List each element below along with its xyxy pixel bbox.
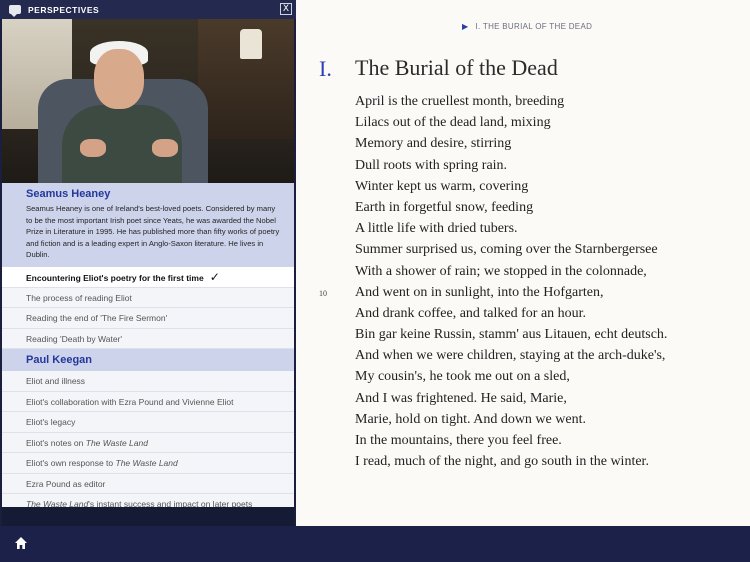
list-item[interactable]: Eliot's collaboration with Ezra Pound an…: [2, 392, 294, 412]
list-item[interactable]: Encountering Eliot's poetry for the firs…: [2, 267, 294, 288]
list-item[interactable]: Eliot's notes on The Waste Land: [2, 433, 294, 453]
video-speaker-hand-right: [152, 139, 178, 157]
list-item-label: Encountering Eliot's poetry for the firs…: [26, 273, 204, 283]
list-item[interactable]: The process of reading Eliot: [2, 288, 294, 308]
section-number: I.: [319, 56, 332, 81]
triangle-right-icon: ▶: [462, 22, 469, 31]
poem-line: April is the cruellest month, breeding: [355, 94, 565, 109]
video-speaker-hand-left: [80, 139, 106, 157]
list-item-text: 's instant success and impact on later p…: [88, 499, 253, 507]
bio-text: Seamus Heaney is one of Ireland's best-l…: [26, 204, 280, 260]
list-item-text: The Waste Land: [115, 458, 178, 468]
reading-pane: ▶ I. THE BURIAL OF THE DEAD I. The Buria…: [296, 0, 750, 526]
list-item-text: The Waste Land: [85, 437, 148, 448]
poem-line: I read, much of the night, and go south …: [355, 454, 649, 470]
list-item[interactable]: Reading the end of 'The Fire Sermon': [2, 308, 294, 329]
close-icon: X: [282, 4, 290, 14]
section-header-keegan[interactable]: Paul Keegan: [2, 349, 294, 371]
video-lamp: [240, 29, 262, 59]
section-title: The Burial of the Dead: [355, 55, 558, 80]
poem-text: April is the cruellest month, breeding Li…: [355, 91, 667, 472]
poem-line: Dull roots with spring rain.: [355, 157, 508, 173]
list-item[interactable]: Eliot's own response to The Waste Land: [2, 453, 294, 474]
poem-line: And drank coffee, and talked for an hour…: [355, 305, 587, 321]
running-header-label: I. THE BURIAL OF THE DEAD: [475, 22, 593, 31]
running-header[interactable]: ▶ I. THE BURIAL OF THE DEAD: [462, 22, 592, 31]
panel-header: PERSPECTIVES X: [0, 0, 296, 19]
bio-name[interactable]: Seamus Heaney: [26, 188, 294, 200]
poem-line: Earth in forgetful snow, feeding: [355, 199, 534, 215]
list-item[interactable]: Eliot's legacy: [2, 412, 294, 433]
poem-line: Lilacs out of the dead land, mixing: [355, 115, 551, 131]
list-item-text: Eliot's legacy: [26, 417, 76, 427]
list-item-text: Eliot's notes on: [26, 437, 86, 448]
line-number: 10: [319, 289, 327, 298]
video-speaker-head: [94, 49, 144, 109]
poem-line: And I was frightened. He said, Marie,: [355, 390, 567, 406]
list-item[interactable]: Reading 'Death by Water': [2, 329, 294, 349]
poem-line: Bin gar keine Russin, stamm' aus Litauen…: [355, 327, 668, 343]
poem-line: Winter kept us warm, covering: [355, 178, 529, 194]
panel-title: PERSPECTIVES: [28, 4, 100, 15]
bio-card: Seamus Heaney Seamus Heaney is one of Ir…: [2, 183, 294, 267]
list-item-text: Eliot's collaboration with Ezra Pound an…: [26, 396, 234, 407]
poem-line: Marie, hold on tight. And down we went.: [355, 411, 586, 427]
list-item-text: Eliot and illness: [26, 376, 86, 386]
poem-line: With a shower of rain; we stopped in the…: [355, 263, 647, 279]
list-item[interactable]: The Waste Land's instant success and imp…: [2, 494, 294, 507]
poem-line: My cousin's, he took me out on a sled,: [355, 369, 570, 385]
checkmark-icon: ✓: [209, 270, 220, 284]
video-player[interactable]: [2, 19, 294, 183]
list-item-text: The Waste Land: [26, 499, 89, 507]
perspectives-list[interactable]: Encountering Eliot's poetry for the firs…: [2, 267, 294, 507]
perspectives-panel: PERSPECTIVES X Seamus Heaney Seamus Hean…: [0, 0, 296, 526]
panel-footer: [2, 507, 294, 526]
chat-bubble-icon: [9, 5, 21, 17]
poem-line: And went on in sunlight, into the Hofgar…: [355, 284, 604, 300]
bottom-toolbar: [0, 526, 750, 562]
poem-line: Memory and desire, stirring: [355, 136, 512, 152]
close-button[interactable]: X: [280, 3, 292, 15]
list-item[interactable]: Ezra Pound as editor: [2, 474, 294, 494]
poem-line: Summer surprised us, coming over the Sta…: [355, 242, 658, 258]
poem-line: And when we were children, staying at th…: [355, 348, 666, 364]
list-item[interactable]: Eliot and illness: [2, 371, 294, 392]
poem-line: A little life with dried tubers.: [355, 221, 518, 237]
list-item-text: Ezra Pound as editor: [26, 478, 106, 489]
home-icon[interactable]: [14, 536, 28, 550]
poem-line: In the mountains, there you feel free.: [355, 433, 562, 448]
list-item-text: Eliot's own response to: [26, 458, 116, 468]
